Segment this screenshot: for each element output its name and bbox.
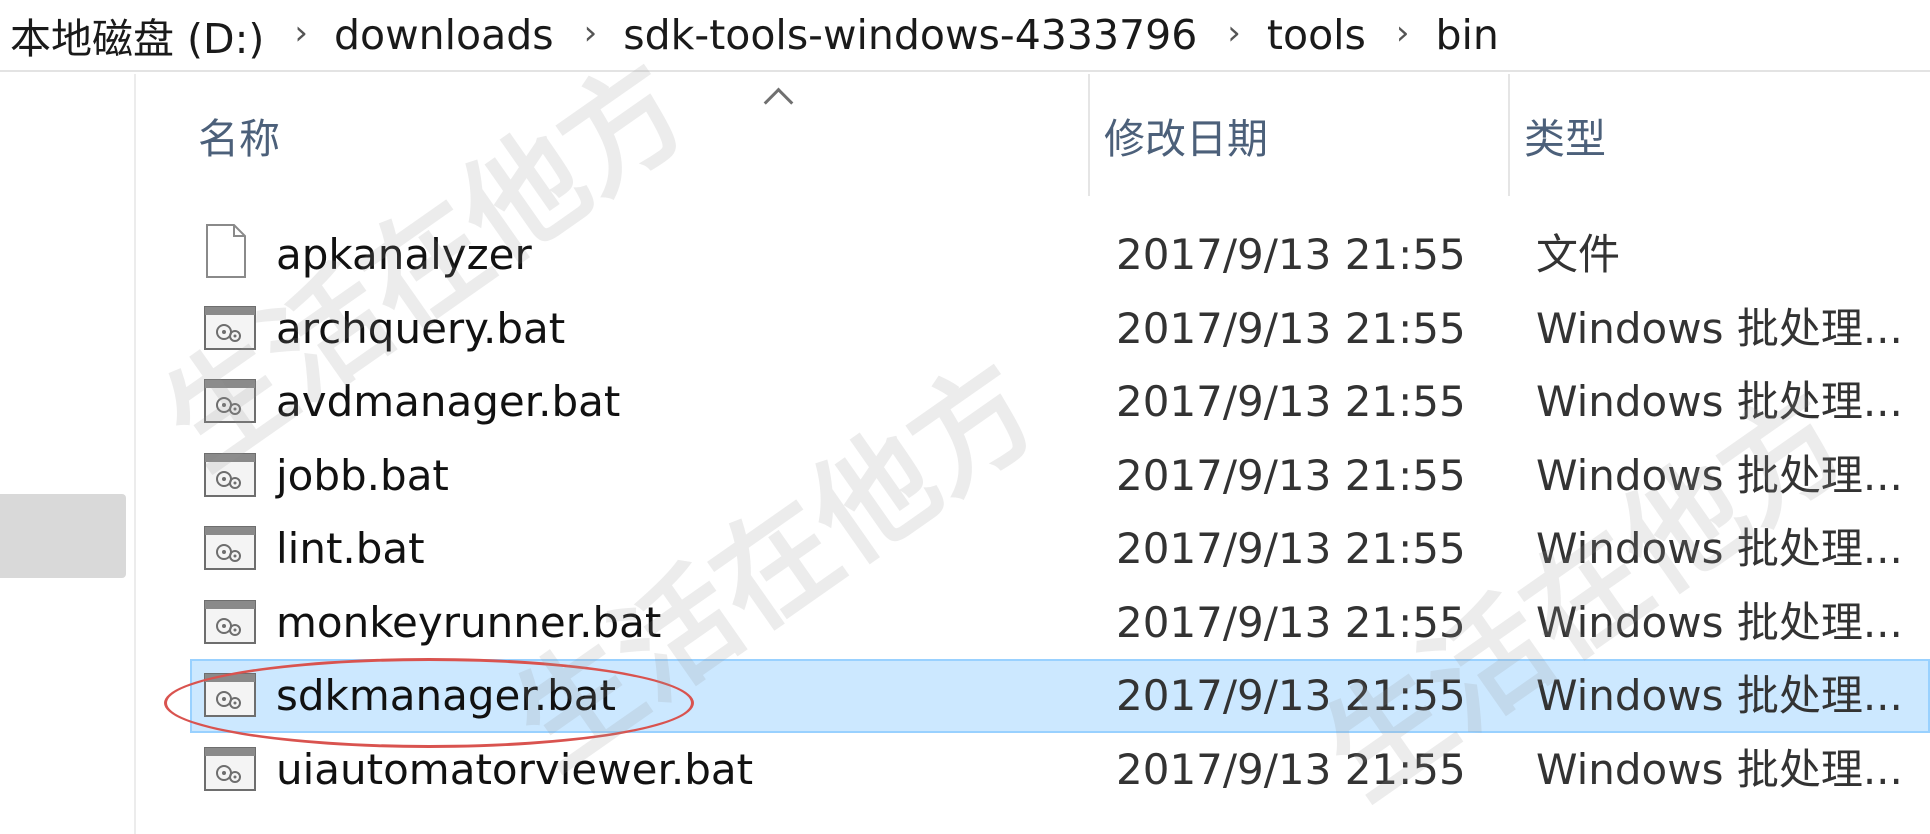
column-header-type[interactable]: 类型: [1508, 74, 1928, 196]
file-row[interactable]: avdmanager.bat 2017/9/13 21:55 Windows 批处理…: [190, 365, 1930, 439]
file-name: sdkmanager.bat: [276, 671, 616, 720]
file-date-modified: 2017/9/13 21:55: [1116, 671, 1466, 720]
batch-file-icon: [204, 526, 256, 570]
breadcrumb: 本地磁盘 (D:) › downloads › sdk-tools-window…: [0, 0, 1930, 72]
batch-file-icon: [204, 452, 256, 497]
file-date-modified: 2017/9/13 21:55: [1116, 230, 1466, 279]
batch-file-icon: [204, 746, 256, 791]
column-header-date-modified[interactable]: 修改日期: [1088, 74, 1508, 196]
file-date-modified: 2017/9/13 21:55: [1116, 744, 1466, 794]
file-date-modified: 2017/9/13 21:55: [1116, 524, 1466, 573]
file-explorer-window: 本地磁盘 (D:) › downloads › sdk-tools-window…: [0, 0, 1930, 834]
chevron-right-icon[interactable]: ›: [1213, 13, 1255, 53]
file-row[interactable]: uiautomatorviewer.bat 2017/9/13 21:55 Wind…: [190, 733, 1930, 807]
file-name: archquery.bat: [276, 303, 566, 353]
file-name: avdmanager.bat: [276, 377, 621, 426]
file-name: lint.bat: [276, 524, 425, 573]
file-list: apkanalyzer 2017/9/13 21:55 文件 archquery.ba…: [138, 218, 1930, 806]
file-row[interactable]: jobb.bat 2017/9/13 21:55 Windows 批处理...: [190, 439, 1930, 513]
chevron-right-icon[interactable]: ›: [570, 13, 612, 53]
file-date-modified: 2017/9/13 21:55: [1116, 303, 1466, 353]
batch-file-icon: [204, 305, 256, 350]
navigation-pane: [0, 74, 136, 834]
file-name: jobb.bat: [276, 450, 449, 500]
batch-file-icon: [204, 379, 256, 423]
batch-file-icon: [204, 673, 256, 717]
batch-file-icon: [204, 599, 256, 644]
file-row[interactable]: sdkmanager.bat 2017/9/13 21:55 Windows 批处理…: [190, 659, 1930, 733]
file-row[interactable]: lint.bat 2017/9/13 21:55 Windows 批处理...: [190, 512, 1930, 586]
file-type: Windows 批处理...: [1536, 377, 1903, 426]
file-type: 文件: [1536, 230, 1621, 279]
file-type: Windows 批处理...: [1536, 744, 1903, 794]
file-type: Windows 批处理...: [1536, 524, 1903, 573]
file-date-modified: 2017/9/13 21:55: [1116, 450, 1466, 500]
breadcrumb-item-drive[interactable]: 本地磁盘 (D:): [10, 5, 280, 65]
nav-selected-item[interactable]: [0, 494, 126, 578]
file-type: Windows 批处理...: [1536, 597, 1903, 647]
chevron-right-icon[interactable]: ›: [280, 13, 322, 53]
blank-file-icon: [206, 224, 246, 278]
breadcrumb-item-downloads[interactable]: downloads: [322, 11, 570, 59]
file-name: apkanalyzer: [276, 230, 532, 279]
column-header-name[interactable]: 名称: [198, 74, 1088, 196]
file-date-modified: 2017/9/13 21:55: [1116, 377, 1466, 426]
breadcrumb-item-bin[interactable]: bin: [1424, 11, 1515, 59]
breadcrumb-item-sdk-tools[interactable]: sdk-tools-windows-4333796: [611, 11, 1213, 59]
breadcrumb-item-tools[interactable]: tools: [1255, 11, 1382, 59]
file-row[interactable]: monkeyrunner.bat 2017/9/13 21:55 Windows 批…: [190, 586, 1930, 660]
column-headers: 名称 修改日期 类型: [138, 74, 1930, 196]
file-row[interactable]: apkanalyzer 2017/9/13 21:55 文件: [190, 218, 1930, 292]
file-name: uiautomatorviewer.bat: [276, 744, 754, 794]
file-type: Windows 批处理...: [1536, 671, 1903, 720]
chevron-right-icon[interactable]: ›: [1382, 13, 1424, 53]
file-date-modified: 2017/9/13 21:55: [1116, 597, 1466, 647]
file-type: Windows 批处理...: [1536, 303, 1903, 353]
file-row[interactable]: archquery.bat 2017/9/13 21:55 Windows 批处理.…: [190, 292, 1930, 366]
file-name: monkeyrunner.bat: [276, 597, 662, 647]
file-type: Windows 批处理...: [1536, 450, 1903, 500]
